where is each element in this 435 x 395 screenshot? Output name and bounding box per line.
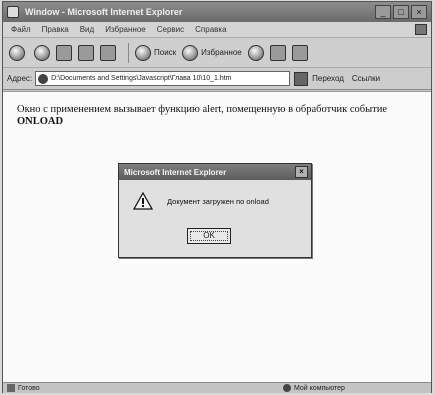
mail-button[interactable] [269,44,286,61]
stop-button[interactable] [56,44,72,61]
page-text: Окно с применением вызывает функцию aler… [17,104,417,128]
home-icon [100,44,116,61]
search-label: Поиск [154,48,177,57]
menu-tools[interactable]: Сервис [157,25,184,34]
print-icon [291,44,308,61]
menu-bar: Файл Правка Вид Избранное Сервис Справка [3,22,431,38]
windows-flag-icon [415,24,427,35]
address-input[interactable]: D:\Documents and Settings\Javascript\Гла… [35,71,291,86]
go-button[interactable]: Переход [312,74,344,83]
status-page-icon [7,384,15,392]
star-icon [182,44,199,61]
title-bar: Window - Microsoft Internet Explorer _ □… [3,2,431,22]
mail-icon [269,44,286,61]
address-bar: Адрес: D:\Documents and Settings\Javascr… [3,68,431,90]
media-icon [247,44,264,61]
maximize-button[interactable]: □ [393,5,409,19]
go-arrow-icon[interactable] [294,71,309,86]
ie-app-icon [7,6,19,18]
page-line-2: ONLOAD [17,116,64,127]
forward-button[interactable] [34,44,50,61]
favorites-button[interactable]: Избранное [182,44,242,61]
alert-dialog: Microsoft Internet Explorer × Документ з… [118,163,312,258]
menu-help[interactable]: Справка [195,25,226,34]
dialog-title: Microsoft Internet Explorer [124,167,227,177]
dialog-body: Документ загружен по onload OK [119,180,311,258]
window-title: Window - Microsoft Internet Explorer [25,7,183,17]
status-zone-text: Мой компьютер [294,384,345,392]
status-text: Готово [18,384,40,392]
close-button[interactable]: × [411,5,427,19]
print-button[interactable] [291,44,308,61]
warning-icon [133,192,153,210]
address-url: D:\Documents and Settings\Javascript\Гла… [51,75,232,82]
dialog-close-button[interactable]: × [295,166,308,178]
ok-button[interactable]: OK [187,228,231,244]
status-zone: Мой компьютер [283,384,345,392]
status-bar: Готово Мой компьютер [3,382,431,393]
back-arrow-icon [9,44,25,61]
menu-view[interactable]: Вид [80,25,94,34]
minimize-button[interactable]: _ [375,5,391,19]
menu-file[interactable]: Файл [11,25,31,34]
favorites-label: Избранное [201,48,242,57]
status-left: Готово [3,384,283,392]
stop-icon [56,44,72,61]
dialog-message: Документ загружен по onload [167,197,269,206]
forward-arrow-icon [34,44,50,61]
page-line-1: Окно с применением вызывает функцию aler… [17,104,388,115]
menu-edit[interactable]: Правка [42,25,69,34]
search-icon [135,44,151,61]
links-button[interactable]: Ссылки [352,74,380,83]
address-label: Адрес: [7,74,33,83]
toolbar-separator [128,42,129,63]
back-button[interactable] [9,44,28,61]
dialog-title-bar: Microsoft Internet Explorer × [119,164,311,180]
page-icon [38,73,49,84]
menu-favorites[interactable]: Избранное [105,25,146,34]
refresh-icon [78,44,94,61]
search-button[interactable]: Поиск [135,44,177,61]
computer-icon [283,384,291,392]
home-button[interactable] [100,44,116,61]
standard-toolbar: Поиск Избранное [3,38,431,68]
refresh-button[interactable] [78,44,94,61]
media-button[interactable] [247,44,264,61]
